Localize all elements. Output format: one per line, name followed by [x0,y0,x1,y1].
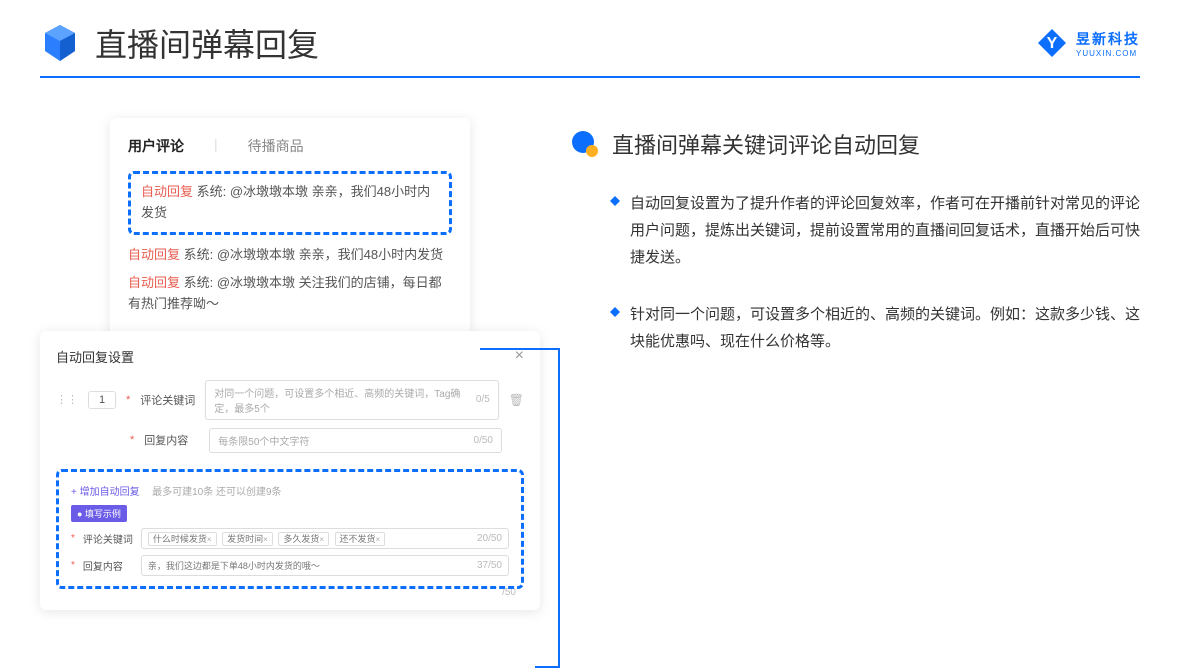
example-content-input[interactable]: 亲，我们这边都是下单48小时内发货的哦～ 37/50 [141,555,509,576]
brand-logo: Y 昱新科技 YUUXIN.COM [1036,27,1140,59]
svg-text:Y: Y [1047,35,1058,52]
add-auto-reply-link[interactable]: + 增加自动回复 [71,483,140,498]
diamond-bullet-icon [610,196,620,206]
cube-icon [40,23,80,63]
bullet-text: 自动回复设置为了提升作者的评论回复效率，作者可在开播前针对常见的评论用户问题，提… [630,190,1140,271]
section-title: 直播间弹幕关键词评论自动回复 [612,128,920,160]
tab-user-comments[interactable]: 用户评论 [128,136,184,156]
bullet-text: 针对同一个问题，可设置多个相近的、高频的关键词。例如：这款多少钱、这块能优惠吗、… [630,301,1140,355]
close-icon[interactable]: × [515,347,524,366]
comment-row: 自动回复 系统: @冰墩墩本墩 亲亲，我们48小时内发货 [128,245,452,266]
tab-pending-products[interactable]: 待播商品 [248,136,304,156]
example-badge: ● 填写示例 [71,505,127,522]
chat-bubble-icon [570,129,600,159]
delete-icon[interactable]: 🗑 [509,393,524,407]
comments-panel: 用户评论 | 待播商品 自动回复 系统: @冰墩墩本墩 亲亲，我们48小时内发货… [110,118,470,341]
example-section: + 增加自动回复 最多可建10条 还可以创建9条 ● 填写示例 * 评论关键词 … [56,469,524,589]
page-title: 直播间弹幕回复 [95,20,319,66]
rule-number: 1 [88,391,116,409]
comment-row: 自动回复 系统: @冰墩墩本墩 关注我们的店铺，每日都有热门推荐呦～ [128,273,452,315]
keyword-input[interactable]: 对同一个问题，可设置多个相近、高频的关键词，Tag确定，最多5个 0/5 [205,380,498,420]
example-keyword-input[interactable]: 什么时候发货× 发货时间× 多久发货× 还不发货× 20/50 [141,528,509,549]
modal-title: 自动回复设置 [56,347,134,366]
diamond-bullet-icon [610,307,620,317]
auto-reply-settings-modal: 自动回复设置 × ⋮⋮ 1 * 评论关键词 对同一个问题，可设置多个相近、高频的… [40,331,540,610]
highlighted-comment: 自动回复 系统: @冰墩墩本墩 亲亲，我们48小时内发货 [128,171,452,235]
content-input[interactable]: 每条限50个中文字符 0/50 [209,428,502,453]
